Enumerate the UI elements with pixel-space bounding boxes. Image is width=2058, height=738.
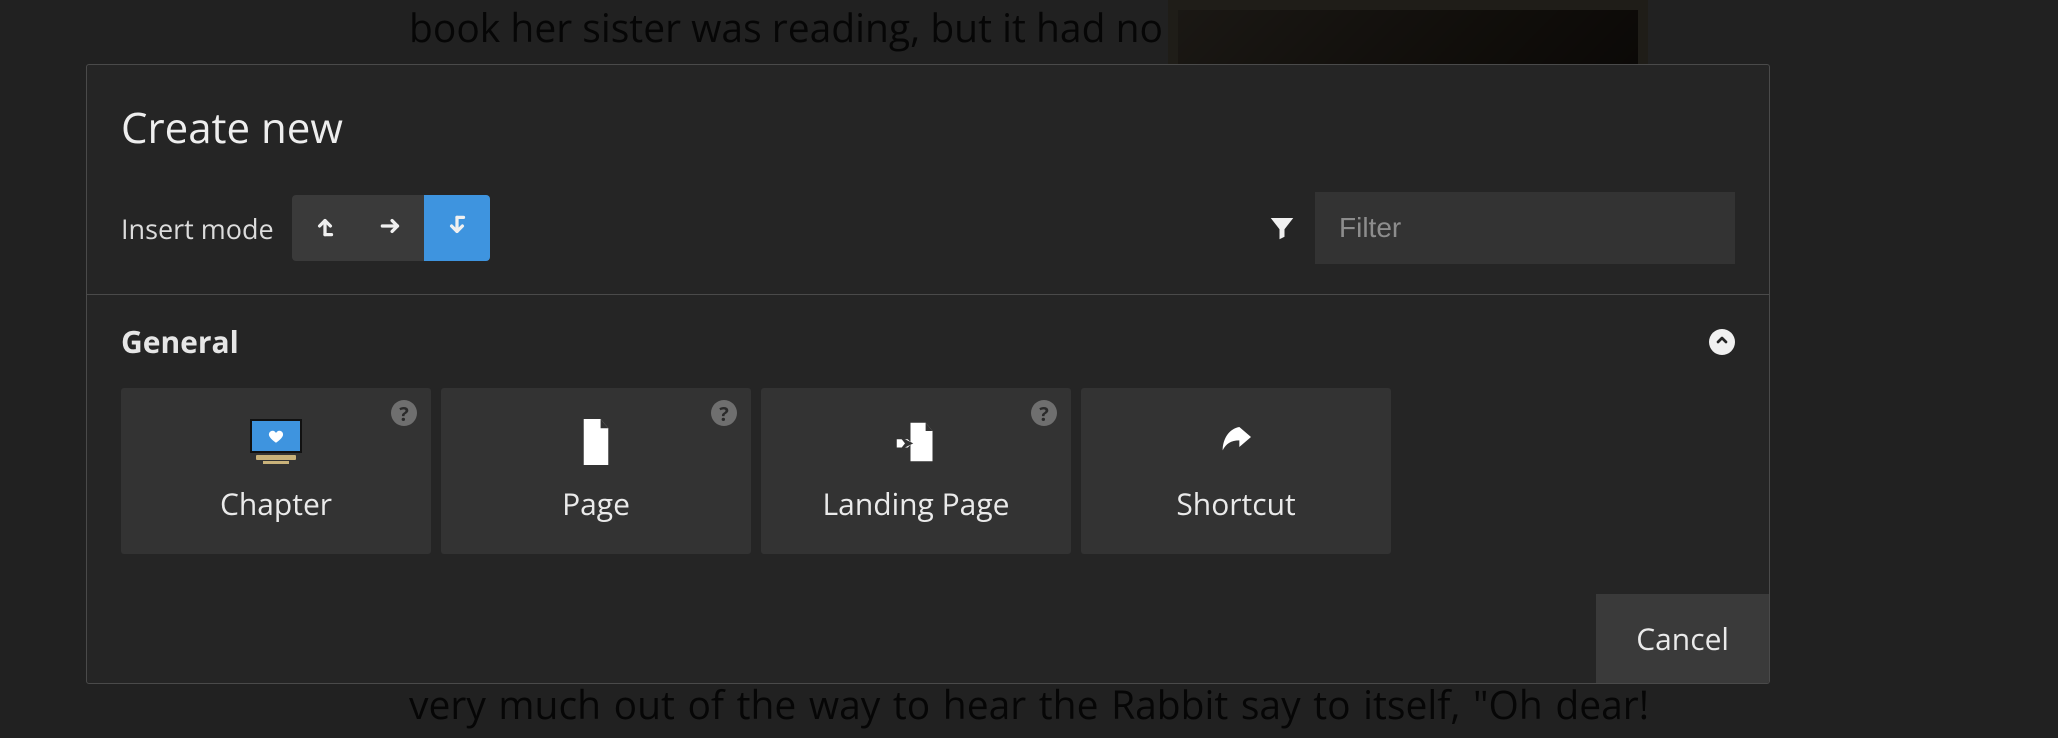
collapse-section-button[interactable] xyxy=(1709,329,1735,355)
tile-label: Chapter xyxy=(220,483,332,524)
tile-chapter[interactable]: ? Chapter xyxy=(121,388,431,554)
insert-before-button[interactable] xyxy=(292,195,358,261)
section-general: General ? Chapt xyxy=(87,295,1769,594)
modal-footer: Cancel xyxy=(87,594,1769,683)
arrow-up-turn-icon xyxy=(312,213,338,244)
modal-title: Create new xyxy=(121,99,1735,156)
help-icon[interactable]: ? xyxy=(711,400,737,426)
arrow-right-icon xyxy=(378,213,404,244)
tile-landing-page[interactable]: ? Landing Page xyxy=(761,388,1071,554)
insert-mode-segmented xyxy=(292,195,490,261)
section-header: General xyxy=(121,321,1735,362)
tile-grid: ? Chapter ? Page xyxy=(121,388,1735,554)
tile-shortcut[interactable]: Shortcut xyxy=(1081,388,1391,554)
insert-mode-label: Insert mode xyxy=(121,210,274,247)
filter-input[interactable] xyxy=(1315,192,1735,264)
filter-icon xyxy=(1267,213,1297,243)
modal-header: Create new xyxy=(87,65,1769,156)
tile-label: Landing Page xyxy=(823,483,1010,524)
help-icon[interactable]: ? xyxy=(391,400,417,426)
help-icon[interactable]: ? xyxy=(1031,400,1057,426)
modal-toolbar: Insert mode xyxy=(87,156,1769,294)
create-new-modal: Create new Insert mode xyxy=(86,64,1770,684)
arrow-down-turn-icon xyxy=(444,213,470,244)
tile-label: Shortcut xyxy=(1176,483,1295,524)
landing-page-icon xyxy=(894,419,938,465)
filter-group xyxy=(1267,192,1735,264)
insert-after-button[interactable] xyxy=(424,195,490,261)
insert-inside-button[interactable] xyxy=(358,195,424,261)
tile-page[interactable]: ? Page xyxy=(441,388,751,554)
section-title: General xyxy=(121,321,239,362)
insert-mode-group: Insert mode xyxy=(121,195,490,261)
chapter-icon xyxy=(250,419,302,465)
page-icon xyxy=(577,419,615,465)
cancel-button[interactable]: Cancel xyxy=(1596,594,1769,683)
shortcut-icon xyxy=(1214,419,1258,465)
tile-label: Page xyxy=(562,483,630,524)
chevron-up-icon xyxy=(1714,331,1730,353)
